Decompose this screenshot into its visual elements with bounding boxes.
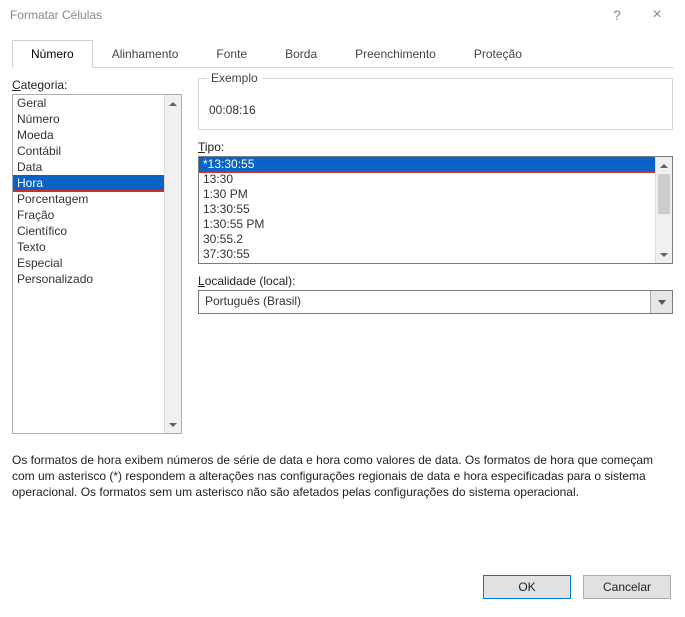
tab-preenchimento[interactable]: Preenchimento [336,40,455,67]
format-cells-dialog: Formatar Células ? × NúmeroAlinhamentoFo… [0,0,685,617]
locale-value: Português (Brasil) [199,291,650,313]
category-item-porcentagem[interactable]: Porcentagem [13,191,164,207]
category-item-fração[interactable]: Fração [13,207,164,223]
button-row: OK Cancelar [0,569,685,617]
category-item-contábil[interactable]: Contábil [13,143,164,159]
type-item[interactable]: 1:30:55 PM [199,217,655,232]
right-column: Exemplo 00:08:16 Tipo: *13:30:5513:301:3… [198,78,673,434]
category-item-hora[interactable]: Hora [13,175,164,191]
category-item-número[interactable]: Número [13,111,164,127]
locale-label: Localidade (local): [198,274,673,288]
left-column: Categoria: GeralNúmeroMoedaContábilDataH… [12,78,182,434]
window-title: Formatar Células [10,8,597,22]
scroll-up-button[interactable] [656,157,672,174]
scroll-thumb[interactable] [658,174,670,214]
highlight-underline [199,171,655,173]
scroll-track[interactable] [656,174,672,246]
scroll-down-button[interactable] [165,416,181,433]
type-label: Tipo: [198,140,673,154]
dropdown-button[interactable] [650,291,672,313]
type-item[interactable]: 13:30 [199,172,655,187]
category-item-científico[interactable]: Científico [13,223,164,239]
tab-alinhamento[interactable]: Alinhamento [93,40,198,67]
body-area: Categoria: GeralNúmeroMoedaContábilDataH… [12,78,673,434]
description-text: Os formatos de hora exibem números de sé… [12,452,673,501]
help-icon[interactable]: ? [597,7,637,23]
category-item-texto[interactable]: Texto [13,239,164,255]
tab-borda[interactable]: Borda [266,40,336,67]
titlebar: Formatar Células ? × [0,0,685,30]
type-item[interactable]: *13:30:55 [199,157,655,172]
category-item-especial[interactable]: Especial [13,255,164,271]
category-label: Categoria: [12,78,182,92]
tabstrip: NúmeroAlinhamentoFonteBordaPreenchimento… [12,40,673,68]
type-item[interactable]: 30:55.2 [199,232,655,247]
tab-número[interactable]: Número [12,40,93,68]
type-item[interactable]: 1:30 PM [199,187,655,202]
tab-proteção[interactable]: Proteção [455,40,541,67]
type-scrollbar[interactable] [655,157,672,263]
scroll-track[interactable] [165,112,181,416]
close-icon[interactable]: × [637,6,677,24]
type-listbox[interactable]: *13:30:5513:301:30 PM13:30:551:30:55 PM3… [198,156,673,264]
category-scrollbar[interactable] [164,95,181,433]
example-value: 00:08:16 [209,103,256,117]
ok-button[interactable]: OK [483,575,571,599]
scroll-down-button[interactable] [656,246,672,263]
highlight-underline [13,190,164,192]
cancel-button[interactable]: Cancelar [583,575,671,599]
content-area: NúmeroAlinhamentoFonteBordaPreenchimento… [0,30,685,569]
type-item[interactable]: 37:30:55 [199,247,655,262]
category-item-moeda[interactable]: Moeda [13,127,164,143]
chevron-down-icon [658,300,666,305]
tab-fonte[interactable]: Fonte [197,40,266,67]
type-item[interactable]: 13:30:55 [199,202,655,217]
category-listbox[interactable]: GeralNúmeroMoedaContábilDataHoraPorcenta… [12,94,182,434]
category-item-data[interactable]: Data [13,159,164,175]
example-groupbox: Exemplo 00:08:16 [198,78,673,130]
locale-dropdown[interactable]: Português (Brasil) [198,290,673,314]
scroll-up-button[interactable] [165,95,181,112]
category-item-personalizado[interactable]: Personalizado [13,271,164,287]
example-legend: Exemplo [207,71,262,85]
category-item-geral[interactable]: Geral [13,95,164,111]
